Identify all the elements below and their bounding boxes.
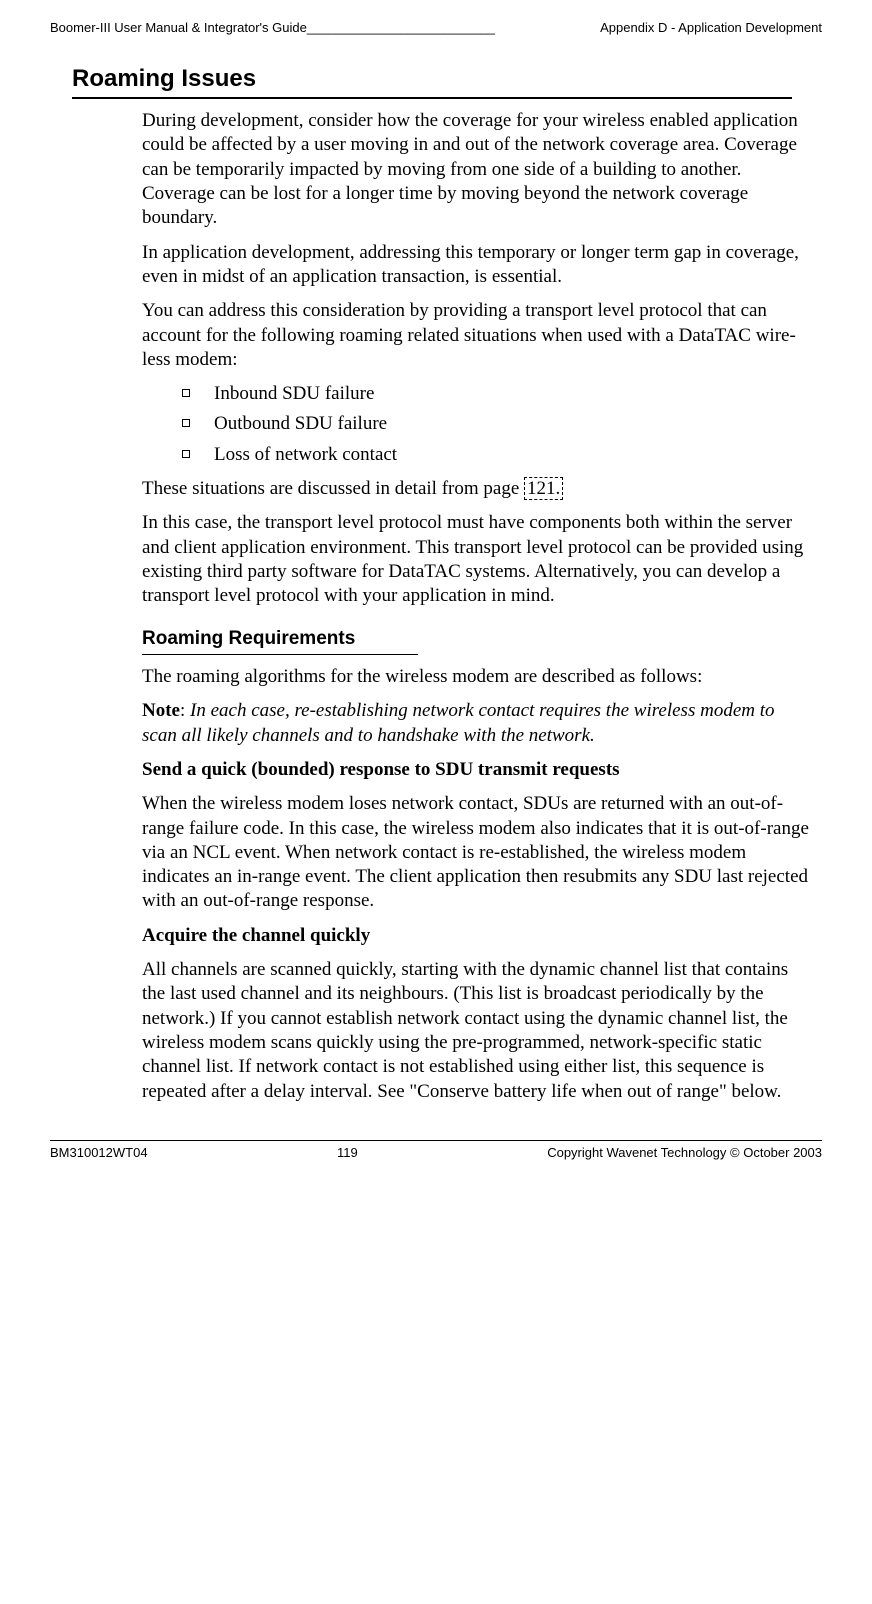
header-right: Appendix D - Application Development (600, 20, 822, 35)
footer-left: BM310012WT04 (50, 1145, 148, 1160)
paragraph: During development, consider how the cov… (142, 109, 812, 231)
body: During development, consider how the cov… (142, 109, 812, 1104)
list-item: Inbound SDU failure (182, 382, 812, 406)
text: These situations are discussed in detail… (142, 478, 524, 499)
paragraph: These situations are discussed in detail… (142, 477, 812, 501)
list-item: Outbound SDU failure (182, 412, 812, 436)
note: Note: In each case, re-establishing netw… (142, 699, 812, 748)
paragraph: You can address this consideration by pr… (142, 299, 812, 372)
run-in-heading: Acquire the channel quickly (142, 924, 812, 948)
run-in-text: Send a quick (bounded) response to SDU t… (142, 759, 620, 780)
header-left: Boomer-III User Manual & Integrator's Gu… (50, 20, 495, 35)
page: Boomer-III User Manual & Integrator's Gu… (0, 0, 872, 1180)
paragraph: The roaming algorithms for the wireless … (142, 665, 812, 689)
paragraph: In this case, the transport level protoc… (142, 511, 812, 608)
running-header: Boomer-III User Manual & Integrator's Gu… (50, 20, 822, 35)
footer: BM310012WT04 119 Copyright Wavenet Techn… (50, 1140, 822, 1160)
run-in-text: Acquire the channel quickly (142, 925, 370, 946)
page-cross-reference[interactable]: 121. (524, 477, 563, 500)
bullet-list: Inbound SDU failure Outbound SDU failure… (182, 382, 812, 467)
run-in-heading: Send a quick (bounded) response to SDU t… (142, 758, 812, 782)
footer-right: Copyright Wavenet Technology © October 2… (547, 1145, 822, 1160)
list-item: Loss of network contact (182, 443, 812, 467)
note-separator: : (180, 700, 190, 721)
note-label: Note (142, 700, 180, 721)
note-body: In each case, re-establishing network co… (142, 700, 775, 745)
paragraph: All channels are scanned quickly, starti… (142, 958, 812, 1104)
paragraph: When the wireless modem loses network co… (142, 792, 812, 914)
paragraph: In application development, addressing t… (142, 241, 812, 290)
section-title: Roaming Issues (72, 65, 792, 99)
footer-page-number: 119 (337, 1145, 358, 1160)
subsection-title: Roaming Requirements (142, 627, 418, 655)
